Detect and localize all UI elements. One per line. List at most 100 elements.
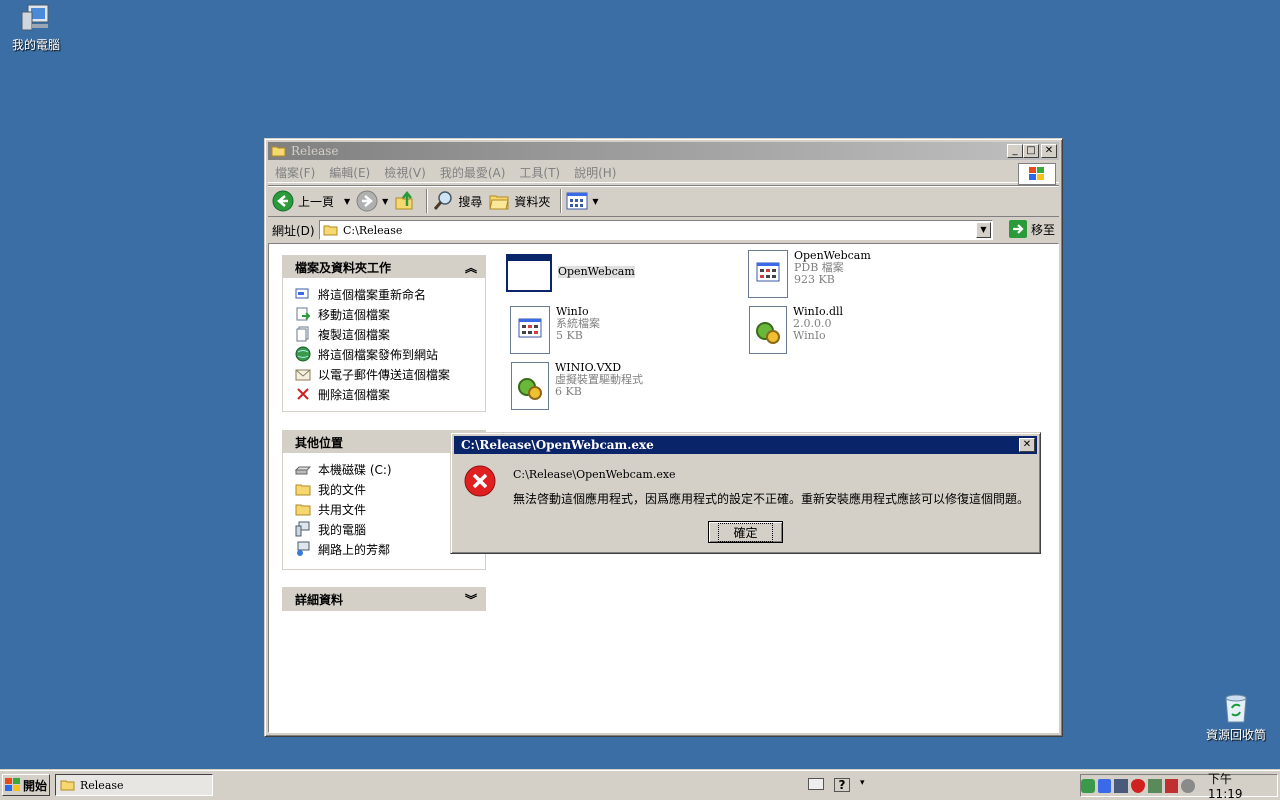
tray-connection-icon[interactable]: [1164, 778, 1179, 793]
search-label: 搜尋: [458, 194, 483, 209]
task-label: 刪除這個檔案: [318, 387, 391, 402]
tray-printer-icon[interactable]: [1147, 778, 1162, 793]
task-publish[interactable]: 將這個檔案發佈到網站: [295, 344, 485, 364]
chevron-down-icon[interactable]: ▼: [344, 197, 350, 206]
close-button[interactable]: ✕: [1041, 144, 1057, 158]
search-button[interactable]: 搜尋: [432, 190, 482, 212]
back-label: 上一頁: [298, 194, 335, 209]
explorer-titlebar[interactable]: Release _ □ ✕: [268, 142, 1059, 160]
file-size: 923 KB: [794, 273, 835, 286]
task-rename[interactable]: 將這個檔案重新命名: [295, 284, 485, 304]
search-icon: [434, 191, 453, 210]
file-item[interactable]: OpenWebcam: [506, 252, 635, 292]
help-icon[interactable]: ?: [834, 778, 850, 792]
details-panel: 詳細資料 ︾: [282, 587, 486, 611]
file-item[interactable]: WinIo 系統檔案 5 KB: [510, 306, 600, 354]
file-item[interactable]: WINIO.VXD 虛擬裝置驅動程式 6 KB: [511, 362, 643, 410]
panel-title: 檔案及資料夾工作: [295, 260, 392, 275]
folder-icon: [295, 484, 311, 496]
ok-label: 確定: [718, 522, 773, 542]
menu-tools[interactable]: 工具(T): [512, 164, 567, 181]
task-label: 將這個檔案重新命名: [318, 287, 427, 302]
keyboard-icon[interactable]: [808, 778, 824, 790]
dll-file-icon: [749, 306, 787, 354]
pdb-file-icon: [748, 250, 788, 298]
menu-view[interactable]: 檢視(V): [377, 164, 433, 181]
address-value: C:\Release: [343, 223, 403, 237]
dialog-message: 無法啓動這個應用程式，因爲應用程式的設定不正確。重新安裝應用程式應該可以修復這個…: [513, 492, 1030, 506]
recycle-bin-icon: [1225, 694, 1247, 723]
file-item[interactable]: OpenWebcam PDB 檔案 923 KB: [748, 250, 871, 298]
panel-title: 其他位置: [295, 435, 344, 450]
desktop-icon-my-computer[interactable]: 我的電腦: [0, 2, 72, 53]
menu-help[interactable]: 說明(H): [567, 164, 623, 181]
back-button[interactable]: 上一頁 ▼: [272, 190, 350, 212]
task-label: 移動這個檔案: [318, 307, 391, 322]
standard-toolbar: 上一頁 ▼ ▼ 搜尋 資料夾 ▼: [268, 185, 1059, 217]
collapse-icon[interactable]: ︽: [465, 259, 477, 276]
windows-logo-icon: [5, 778, 20, 791]
window-title: Release: [291, 144, 339, 158]
address-dropdown-button[interactable]: ▼: [976, 222, 991, 238]
tray-display-icon[interactable]: [1097, 778, 1112, 793]
error-icon: [464, 465, 496, 497]
quick-icons: ? ▾: [808, 778, 865, 792]
file-item[interactable]: WinIo.dll 2.0.0.0 WinIo: [749, 306, 843, 354]
folder-icon: [489, 195, 509, 210]
up-folder-icon: [395, 190, 413, 210]
place-label: 本機磁碟 (C:): [318, 462, 392, 477]
task-copy[interactable]: 複製這個檔案: [295, 324, 485, 344]
tray-speaker-icon[interactable]: [1181, 778, 1195, 793]
expand-icon[interactable]: ︾: [465, 591, 477, 608]
dialog-close-button[interactable]: ✕: [1019, 438, 1035, 452]
task-email[interactable]: 以電子郵件傳送這個檔案: [295, 364, 485, 384]
forward-arrow-icon: [356, 190, 378, 212]
copy-icon: [296, 326, 309, 342]
dialog-path: C:\Release\OpenWebcam.exe: [513, 468, 676, 481]
start-button[interactable]: 開始: [2, 774, 50, 796]
menu-edit[interactable]: 編輯(E): [322, 164, 377, 181]
menu-file[interactable]: 檔案(F): [268, 164, 322, 181]
up-folder-button[interactable]: [394, 190, 416, 212]
file-size: 6 KB: [555, 385, 582, 398]
file-tasks-header[interactable]: 檔案及資料夾工作 ︽: [283, 256, 485, 278]
back-arrow-icon: [272, 190, 294, 212]
desktop-icon-recycle-bin[interactable]: 資源回收筒: [1200, 692, 1272, 743]
address-input[interactable]: C:\Release ▼: [319, 220, 993, 240]
go-button[interactable]: 移至: [1008, 220, 1055, 238]
forward-button[interactable]: ▼: [356, 190, 388, 212]
place-label: 共用文件: [318, 502, 367, 517]
go-label: 移至: [1030, 222, 1055, 237]
application-window-icon: [506, 254, 552, 292]
computer-icon: [295, 521, 310, 537]
file-company: WinIo: [793, 329, 826, 342]
file-tasks-panel: 檔案及資料夾工作 ︽ 將這個檔案重新命名 移動這個檔案 複製這個檔案 將這個檔案…: [282, 255, 486, 412]
language-bar-icon[interactable]: ▾: [860, 778, 865, 792]
task-move[interactable]: 移動這個檔案: [295, 304, 485, 324]
views-button[interactable]: ▼: [566, 191, 599, 211]
go-arrow-icon: [1008, 220, 1027, 238]
folder-icon: [323, 225, 338, 236]
ok-button[interactable]: 確定: [708, 521, 783, 543]
task-delete[interactable]: 刪除這個檔案: [295, 384, 485, 404]
tray-monitor-icon[interactable]: [1114, 778, 1129, 793]
taskbar-button-release[interactable]: Release: [55, 774, 213, 796]
place-label: 網路上的芳鄰: [318, 542, 391, 557]
maximize-button[interactable]: □: [1023, 144, 1039, 158]
folder-icon: [295, 504, 311, 516]
tray-network-icon[interactable]: [1081, 778, 1095, 793]
tray-shield-icon[interactable]: [1131, 778, 1145, 793]
folder-open-icon: [271, 146, 286, 157]
folders-button[interactable]: 資料夾: [488, 190, 550, 212]
task-label: 以電子郵件傳送這個檔案: [318, 367, 451, 382]
chevron-down-icon: ▼: [592, 196, 599, 206]
dialog-titlebar[interactable]: C:\Release\OpenWebcam.exe ✕: [454, 436, 1037, 454]
menu-favorites[interactable]: 我的最愛(A): [433, 164, 513, 181]
start-label: 開始: [23, 778, 48, 793]
chevron-down-icon[interactable]: ▼: [382, 197, 388, 206]
globe-icon: [295, 346, 311, 362]
error-dialog: C:\Release\OpenWebcam.exe ✕ C:\Release\O…: [450, 432, 1041, 554]
clock[interactable]: 下午 11:19: [1208, 770, 1269, 800]
details-header[interactable]: 詳細資料 ︾: [283, 588, 485, 610]
minimize-button[interactable]: _: [1007, 144, 1023, 158]
